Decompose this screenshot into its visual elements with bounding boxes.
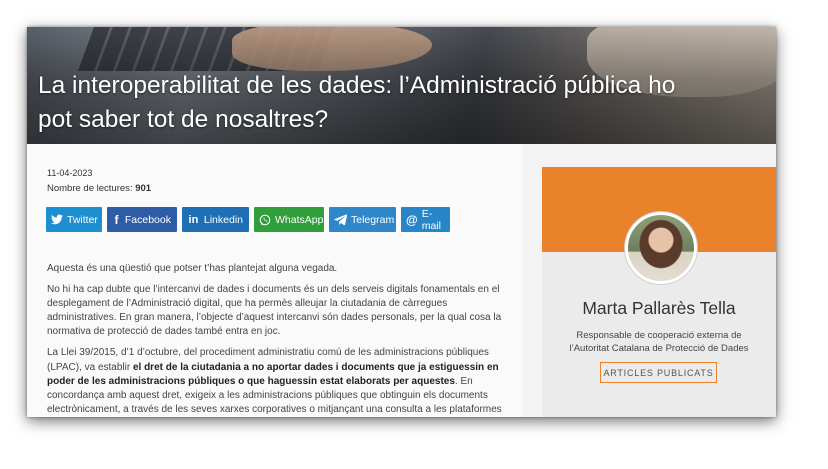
article-main: 11-04-2023 Nombre de lectures: 901 Twitt… [27,144,523,417]
published-articles-button[interactable]: ARTICLES PUBLICATS [600,362,717,383]
read-count-label: Nombre de lectures: [47,183,133,194]
share-facebook-button[interactable]: f Facebook [107,207,177,232]
share-linkedin-button[interactable]: in Linkedin [182,207,249,232]
share-twitter-label: Twitter [67,213,98,226]
share-email-label: E-mail [421,207,441,232]
article-paragraph: No hi ha cap dubte que l’intercanvi de d… [47,284,502,338]
article-body: Aquesta és una qüestió que potser t’has … [47,262,517,417]
read-count-value: 901 [135,183,152,194]
article-paragraph: La Llei 39/2015, d’1 d’octubre, del proc… [47,346,517,417]
share-whatsapp-label: WhatsApp [275,213,324,226]
article-date: 11-04-2023 [47,168,93,178]
share-facebook-label: Facebook [124,213,171,226]
facebook-icon: f [114,212,119,227]
telegram-icon [334,213,347,226]
twitter-icon [51,213,63,226]
at-sign-icon: @ [406,212,418,227]
article-read-count: Nombre de lectures: 901 [47,183,151,194]
author-name: Marta Pallarès Tella [582,298,736,318]
whatsapp-icon [259,213,271,226]
hero-banner: La interoperabilitat de les dades: l’Adm… [27,27,776,144]
share-whatsapp-button[interactable]: WhatsApp [254,207,324,232]
author-card: Marta Pallarès Tella Responsable de coop… [542,167,776,417]
linkedin-icon: in [188,213,199,226]
author-avatar [625,212,697,284]
share-email-button[interactable]: @ E-mail [401,207,450,232]
share-bar: Twitter f Facebook in Linkedin WhatsApp [46,207,450,232]
share-linkedin-label: Linkedin [203,213,243,226]
share-twitter-button[interactable]: Twitter [46,207,102,232]
share-telegram-button[interactable]: Telegram [329,207,396,232]
article-paragraph: Aquesta és una qüestió que potser t’has … [47,263,338,274]
author-role: Responsable de cooperació externa de l’A… [569,330,749,354]
article-title: La interoperabilitat de les dades: l’Adm… [38,72,676,133]
share-telegram-label: Telegram [351,213,395,226]
article-page: La interoperabilitat de les dades: l’Adm… [27,27,776,417]
